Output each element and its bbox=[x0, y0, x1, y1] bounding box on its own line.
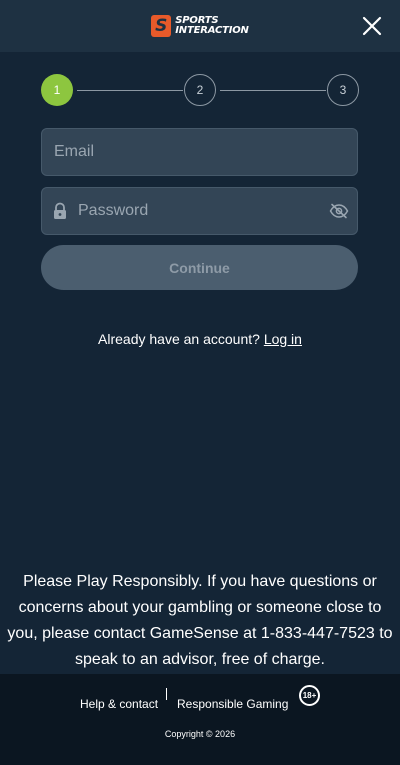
footer-links: Help & contact Responsible Gaming bbox=[0, 688, 400, 718]
step-1: 1 bbox=[41, 74, 73, 106]
step-2: 2 bbox=[184, 74, 216, 106]
close-icon bbox=[362, 16, 382, 36]
email-field-container bbox=[41, 128, 358, 176]
age-18-plus-badge: 18+ bbox=[299, 685, 320, 706]
login-prompt: Already have an account? bbox=[98, 331, 260, 347]
login-prompt-line: Already have an account? Log in bbox=[0, 331, 400, 347]
login-link[interactable]: Log in bbox=[264, 331, 302, 347]
responsible-gaming-link[interactable]: Responsible Gaming bbox=[177, 697, 288, 711]
signup-stepper: 1 2 3 bbox=[41, 74, 359, 108]
hide-password-icon[interactable] bbox=[329, 203, 349, 219]
logo-wordmark: SPORTS INTERACTION bbox=[175, 16, 249, 36]
top-bar: S SPORTS INTERACTION bbox=[0, 0, 400, 52]
close-button[interactable] bbox=[362, 16, 382, 36]
email-field[interactable] bbox=[54, 129, 357, 175]
password-field-container bbox=[41, 187, 358, 235]
password-field[interactable] bbox=[78, 188, 329, 234]
logo-line-2: INTERACTION bbox=[175, 25, 249, 36]
logo-mark-icon: S bbox=[151, 15, 172, 37]
lock-icon bbox=[54, 202, 66, 219]
help-contact-link[interactable]: Help & contact bbox=[80, 697, 158, 711]
continue-button[interactable]: Continue bbox=[41, 245, 358, 290]
step-3: 3 bbox=[327, 74, 359, 106]
copyright: Copyright © 2026 bbox=[164, 729, 236, 739]
responsible-gambling-notice: Please Play Responsibly. If you have que… bbox=[7, 573, 393, 668]
step-connector-1 bbox=[77, 90, 183, 91]
sports-interaction-logo[interactable]: S SPORTS INTERACTION bbox=[151, 15, 249, 37]
step-connector-2 bbox=[220, 90, 326, 91]
footer-divider bbox=[166, 688, 167, 700]
